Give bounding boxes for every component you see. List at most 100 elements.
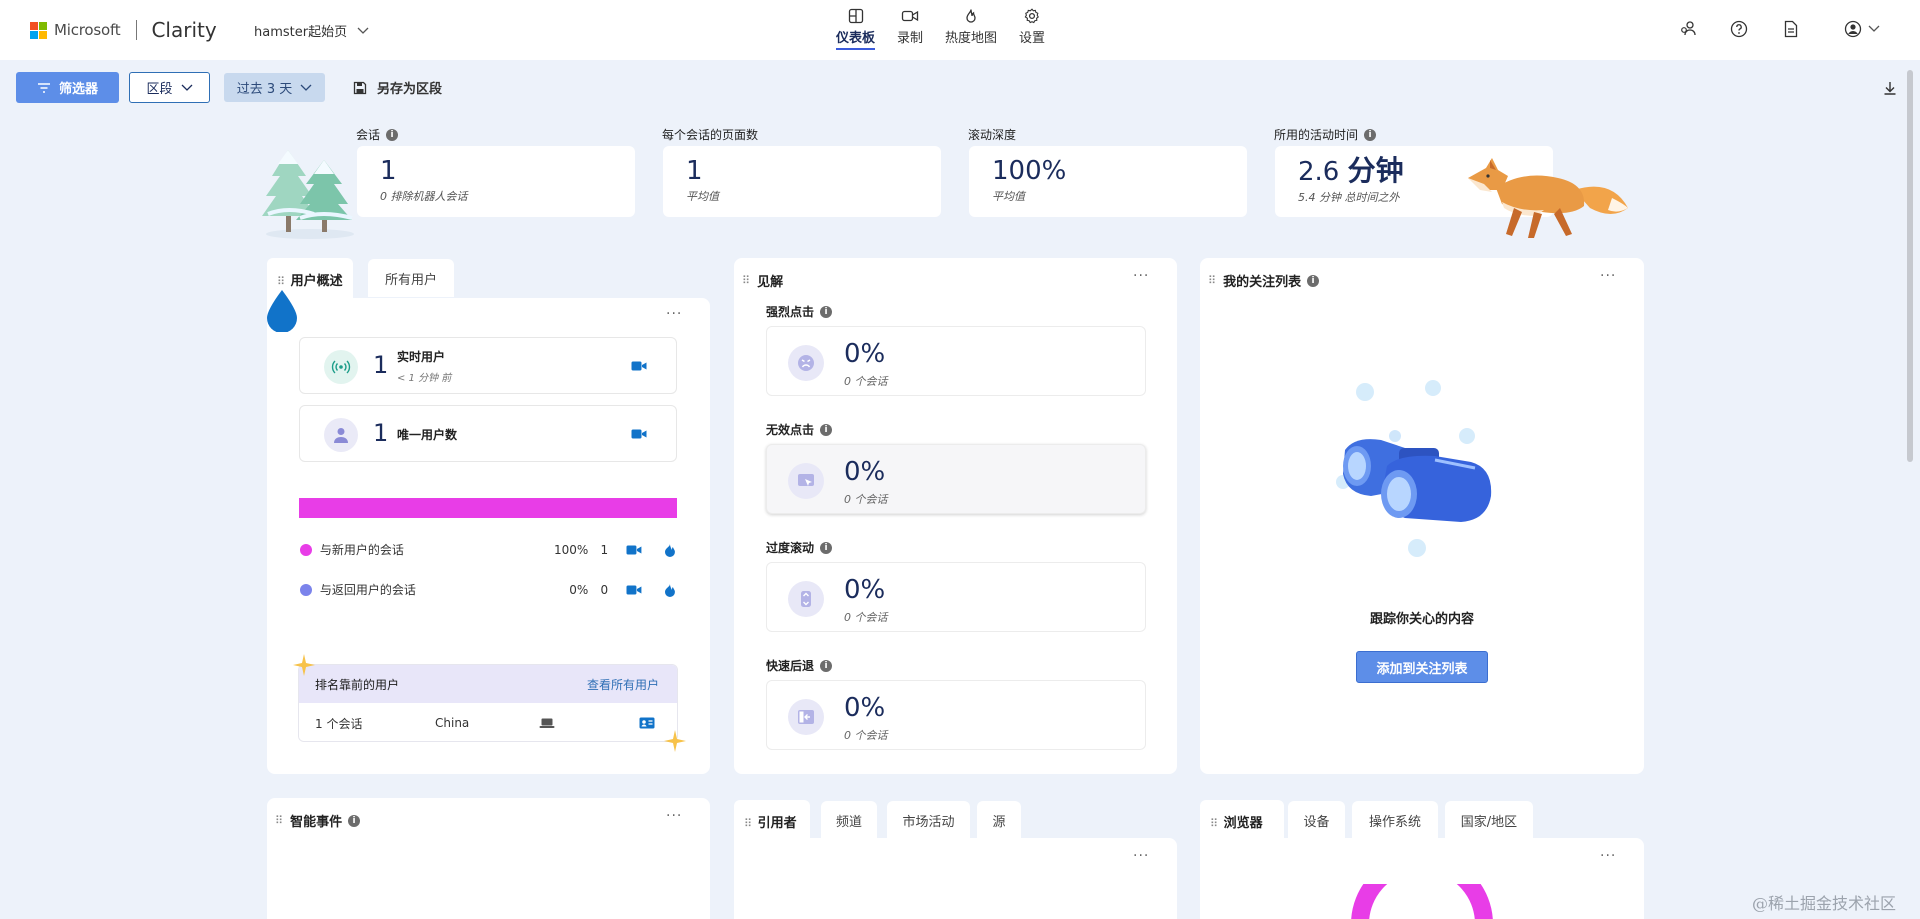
filter-icon [37,82,50,93]
top-user-country: China [435,716,470,730]
panel-referrers [734,838,1177,919]
page-scrollbar[interactable] [1907,70,1913,462]
tab-operating-systems[interactable]: 操作系统 [1352,801,1438,839]
unique-users-row: 1 唯一用户数 [299,405,677,462]
download-button[interactable] [1883,80,1897,99]
chevron-down-icon [1868,25,1880,32]
info-icon[interactable]: i [820,305,833,318]
insight-rage-sub: 0 个会话 [844,375,888,388]
tab-sources[interactable]: 源 [977,801,1021,839]
account-menu[interactable] [1844,20,1880,38]
date-range-dropdown[interactable]: 过去 3 天 [224,73,325,102]
insight-card-rage-clicks[interactable]: 0% 0 个会话 [766,326,1146,396]
document-button[interactable] [1783,20,1799,38]
save-icon [353,81,367,94]
nav-recordings[interactable]: 录制 [897,8,923,50]
project-selector[interactable]: hamster起始页 [254,21,369,40]
top-bar: Microsoft Clarity hamster起始页 仪表板 录制 热度地图… [0,0,1920,60]
live-users-value: 1 [373,351,389,379]
watchlist-header: ⠿ 我的关注列表 i [1208,271,1320,290]
view-all-users-link[interactable]: 查看所有用户 [587,676,659,693]
drag-handle-icon[interactable]: ⠿ [1210,817,1218,830]
insight-card-quick-backs[interactable]: 0% 0 个会话 [766,680,1146,750]
live-users-sub: < 1 分钟 前 [397,373,452,384]
insights-title: 见解 [757,275,784,290]
video-camera-icon [901,10,919,22]
tab-countries[interactable]: 国家/地区 [1445,801,1533,839]
nav-recordings-label: 录制 [897,31,924,46]
flame-icon[interactable] [664,583,676,597]
video-camera-icon[interactable] [626,584,642,596]
legend-new-percent: 100% [553,542,589,557]
watchlist-more-button[interactable]: ··· [1600,268,1616,284]
insight-card-excessive-scroll[interactable]: 0% 0 个会话 [766,562,1146,632]
add-to-watchlist-button[interactable]: 添加到关注列表 [1356,651,1488,683]
info-icon[interactable]: i [348,814,361,827]
segment-dropdown[interactable]: 区段 [129,72,210,103]
tab-sources-label: 源 [992,814,1006,830]
tab-devices[interactable]: 设备 [1288,801,1345,839]
flame-icon[interactable] [664,543,676,557]
drag-handle-icon[interactable]: ⠿ [742,274,750,287]
top-user-sessions: 1 个会话 [315,716,363,731]
referrers-more-button[interactable]: ··· [1133,848,1149,864]
insight-scroll-value: 0% [844,575,886,605]
snowy-tree-illustration [262,150,354,239]
insight-label-excessive-scroll: 过度滚动 i [766,539,833,556]
legend-dot-returning [300,583,312,596]
gear-icon [1024,8,1039,24]
drag-handle-icon[interactable]: ⠿ [1208,274,1216,287]
tab-all-users[interactable]: 所有用户 [368,259,454,297]
brand-microsoft: Microsoft [54,21,121,39]
drag-handle-icon[interactable]: ⠿ [744,817,752,830]
filters-button[interactable]: 筛选器 [16,72,119,103]
info-icon[interactable]: i [1364,128,1377,141]
legend-new-count: 1 [600,542,609,557]
save-segment-button[interactable]: 另存为区段 [353,78,442,97]
drag-handle-icon[interactable]: ⠿ [275,814,283,827]
tab-referrers[interactable]: ⠿ 引用者 [734,800,810,840]
watchlist-title: 我的关注列表 [1223,275,1302,290]
tab-browsers[interactable]: ⠿ 浏览器 [1200,800,1284,840]
info-icon[interactable]: i [820,659,833,672]
metric-sessions-label: 会话 i [356,126,399,143]
insights-more-button[interactable]: ··· [1133,268,1149,284]
video-camera-icon[interactable] [626,544,642,556]
drag-handle-icon[interactable]: ⠿ [277,275,285,288]
metric-sessions-sub: 0 排除机器人会话 [380,190,468,203]
back-arrow-icon [788,699,824,735]
user-overview-more-button[interactable]: ··· [666,306,682,322]
smart-events-more-button[interactable]: ··· [666,808,682,824]
user-card-icon[interactable] [639,717,655,729]
metric-active-time-title: 所用的活动时间 [1274,128,1359,142]
top-users-header: 排名靠前的用户 查看所有用户 [299,665,677,703]
active-time-unit: 分钟 [1347,154,1404,187]
angry-face-icon [788,345,824,381]
nav-dashboard[interactable]: 仪表板 [836,8,876,50]
nav-heatmaps[interactable]: 热度地图 [945,8,997,50]
table-row[interactable]: 1 个会话 China [299,703,677,741]
insight-rage-value: 0% [844,339,886,369]
video-camera-icon[interactable] [631,428,647,440]
share-users-button[interactable] [1679,20,1697,38]
nav-settings[interactable]: 设置 [1019,8,1045,50]
tab-campaigns[interactable]: 市场活动 [887,801,970,839]
tab-referrers-label: 引用者 [757,816,797,831]
info-icon[interactable]: i [1307,274,1320,287]
info-icon[interactable]: i [386,128,399,141]
live-users-row: 1 实时用户 < 1 分钟 前 [299,337,677,394]
brand-clarity: Clarity [151,18,217,42]
metric-pages-title: 每个会话的页面数 [662,128,759,142]
insight-card-dead-clicks[interactable]: 0% 0 个会话 [766,444,1146,514]
tab-channels[interactable]: 频道 [821,801,877,839]
tab-channels-label: 频道 [835,814,862,830]
help-button[interactable] [1730,20,1748,38]
clarity-logo[interactable]: Microsoft Clarity [30,18,217,42]
info-icon[interactable]: i [820,541,833,554]
browsers-more-button[interactable]: ··· [1600,848,1616,864]
video-camera-icon[interactable] [631,360,647,372]
main-nav: 仪表板 录制 热度地图 设置 [836,8,1045,50]
info-icon[interactable]: i [820,423,833,436]
sparkle-icon [293,654,315,676]
smart-events-title: 智能事件 [290,815,343,830]
